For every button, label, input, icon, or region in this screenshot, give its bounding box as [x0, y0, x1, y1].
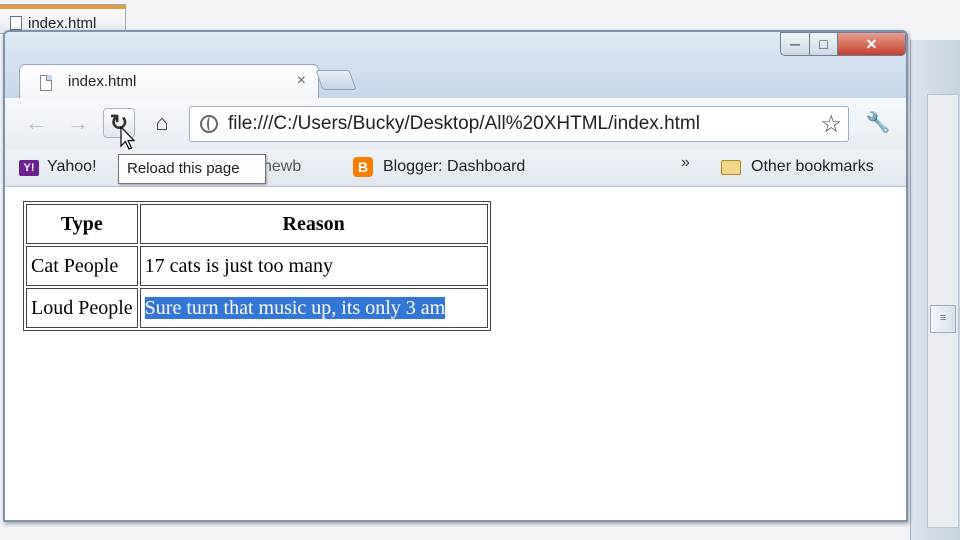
mouse-cursor-icon — [120, 126, 136, 150]
tab-index-html[interactable]: index.html × — [19, 64, 319, 100]
page-icon — [40, 75, 52, 91]
table-row: Cat People 17 cats is just too many — [26, 246, 488, 286]
browser-window: ─ □ ✕ index.html × ← → ↻ ⌂ file:///C:/Us… — [3, 30, 908, 522]
url-text[interactable]: file:///C:/Users/Bucky/Desktop/All%20XHT… — [228, 113, 700, 135]
cell-type: Cat People — [26, 246, 138, 286]
title-bar[interactable]: ─ □ ✕ index.html × — [5, 32, 906, 100]
reasons-table: Type Reason Cat People 17 cats is just t… — [23, 201, 491, 331]
page-info-icon[interactable] — [200, 115, 218, 133]
background-window: ≡ — [910, 40, 960, 540]
close-window-button[interactable]: ✕ — [838, 32, 906, 56]
address-bar[interactable]: file:///C:/Users/Bucky/Desktop/All%20XHT… — [189, 106, 849, 142]
bookmarks-overflow-chevron[interactable]: » — [681, 154, 690, 172]
background-tab-accent — [0, 5, 126, 9]
document-icon — [10, 16, 22, 30]
header-reason: Reason — [139, 204, 488, 244]
tab-title: index.html — [68, 73, 137, 90]
new-tab-button[interactable] — [315, 70, 357, 90]
scrollbar-thumb[interactable]: ≡ — [930, 305, 956, 333]
table-row: Loud People Sure turn that music up, its… — [26, 288, 488, 328]
bookmark-newb[interactable]: newb — [263, 158, 301, 176]
tab-close-icon[interactable]: × — [297, 72, 306, 90]
selected-text[interactable]: Sure turn that music up, its only 3 am — [144, 296, 446, 319]
reload-tooltip: Reload this page — [118, 154, 266, 184]
navigation-toolbar: ← → ↻ ⌂ file:///C:/Users/Bucky/Desktop/A… — [5, 98, 906, 150]
background-scrollbar[interactable]: ≡ — [927, 94, 959, 528]
header-type: Type — [26, 204, 138, 244]
other-bookmarks[interactable]: Other bookmarks — [751, 158, 874, 176]
bookmark-blogger-dashboard[interactable]: Blogger: Dashboard — [383, 158, 525, 176]
blogger-icon: B — [353, 157, 373, 177]
window-controls: ─ □ ✕ — [780, 32, 906, 56]
wrench-menu-icon[interactable]: 🔧 — [863, 108, 893, 138]
bookmark-yahoo[interactable]: Yahoo! — [47, 158, 97, 176]
forward-button[interactable]: → — [63, 108, 93, 138]
cell-type: Loud People — [26, 288, 138, 328]
cell-reason-selected[interactable]: Sure turn that music up, its only 3 am — [139, 288, 488, 328]
back-button[interactable]: ← — [21, 108, 51, 138]
table-header-row: Type Reason — [26, 204, 488, 244]
bookmark-star-icon[interactable]: ☆ — [820, 110, 842, 139]
folder-icon — [721, 160, 741, 175]
page-content: Type Reason Cat People 17 cats is just t… — [5, 187, 906, 520]
minimize-button[interactable]: ─ — [780, 32, 810, 56]
yahoo-icon: Y! — [19, 160, 39, 176]
cell-reason: 17 cats is just too many — [139, 246, 488, 286]
maximize-button[interactable]: □ — [810, 32, 838, 56]
home-button[interactable]: ⌂ — [147, 108, 177, 138]
